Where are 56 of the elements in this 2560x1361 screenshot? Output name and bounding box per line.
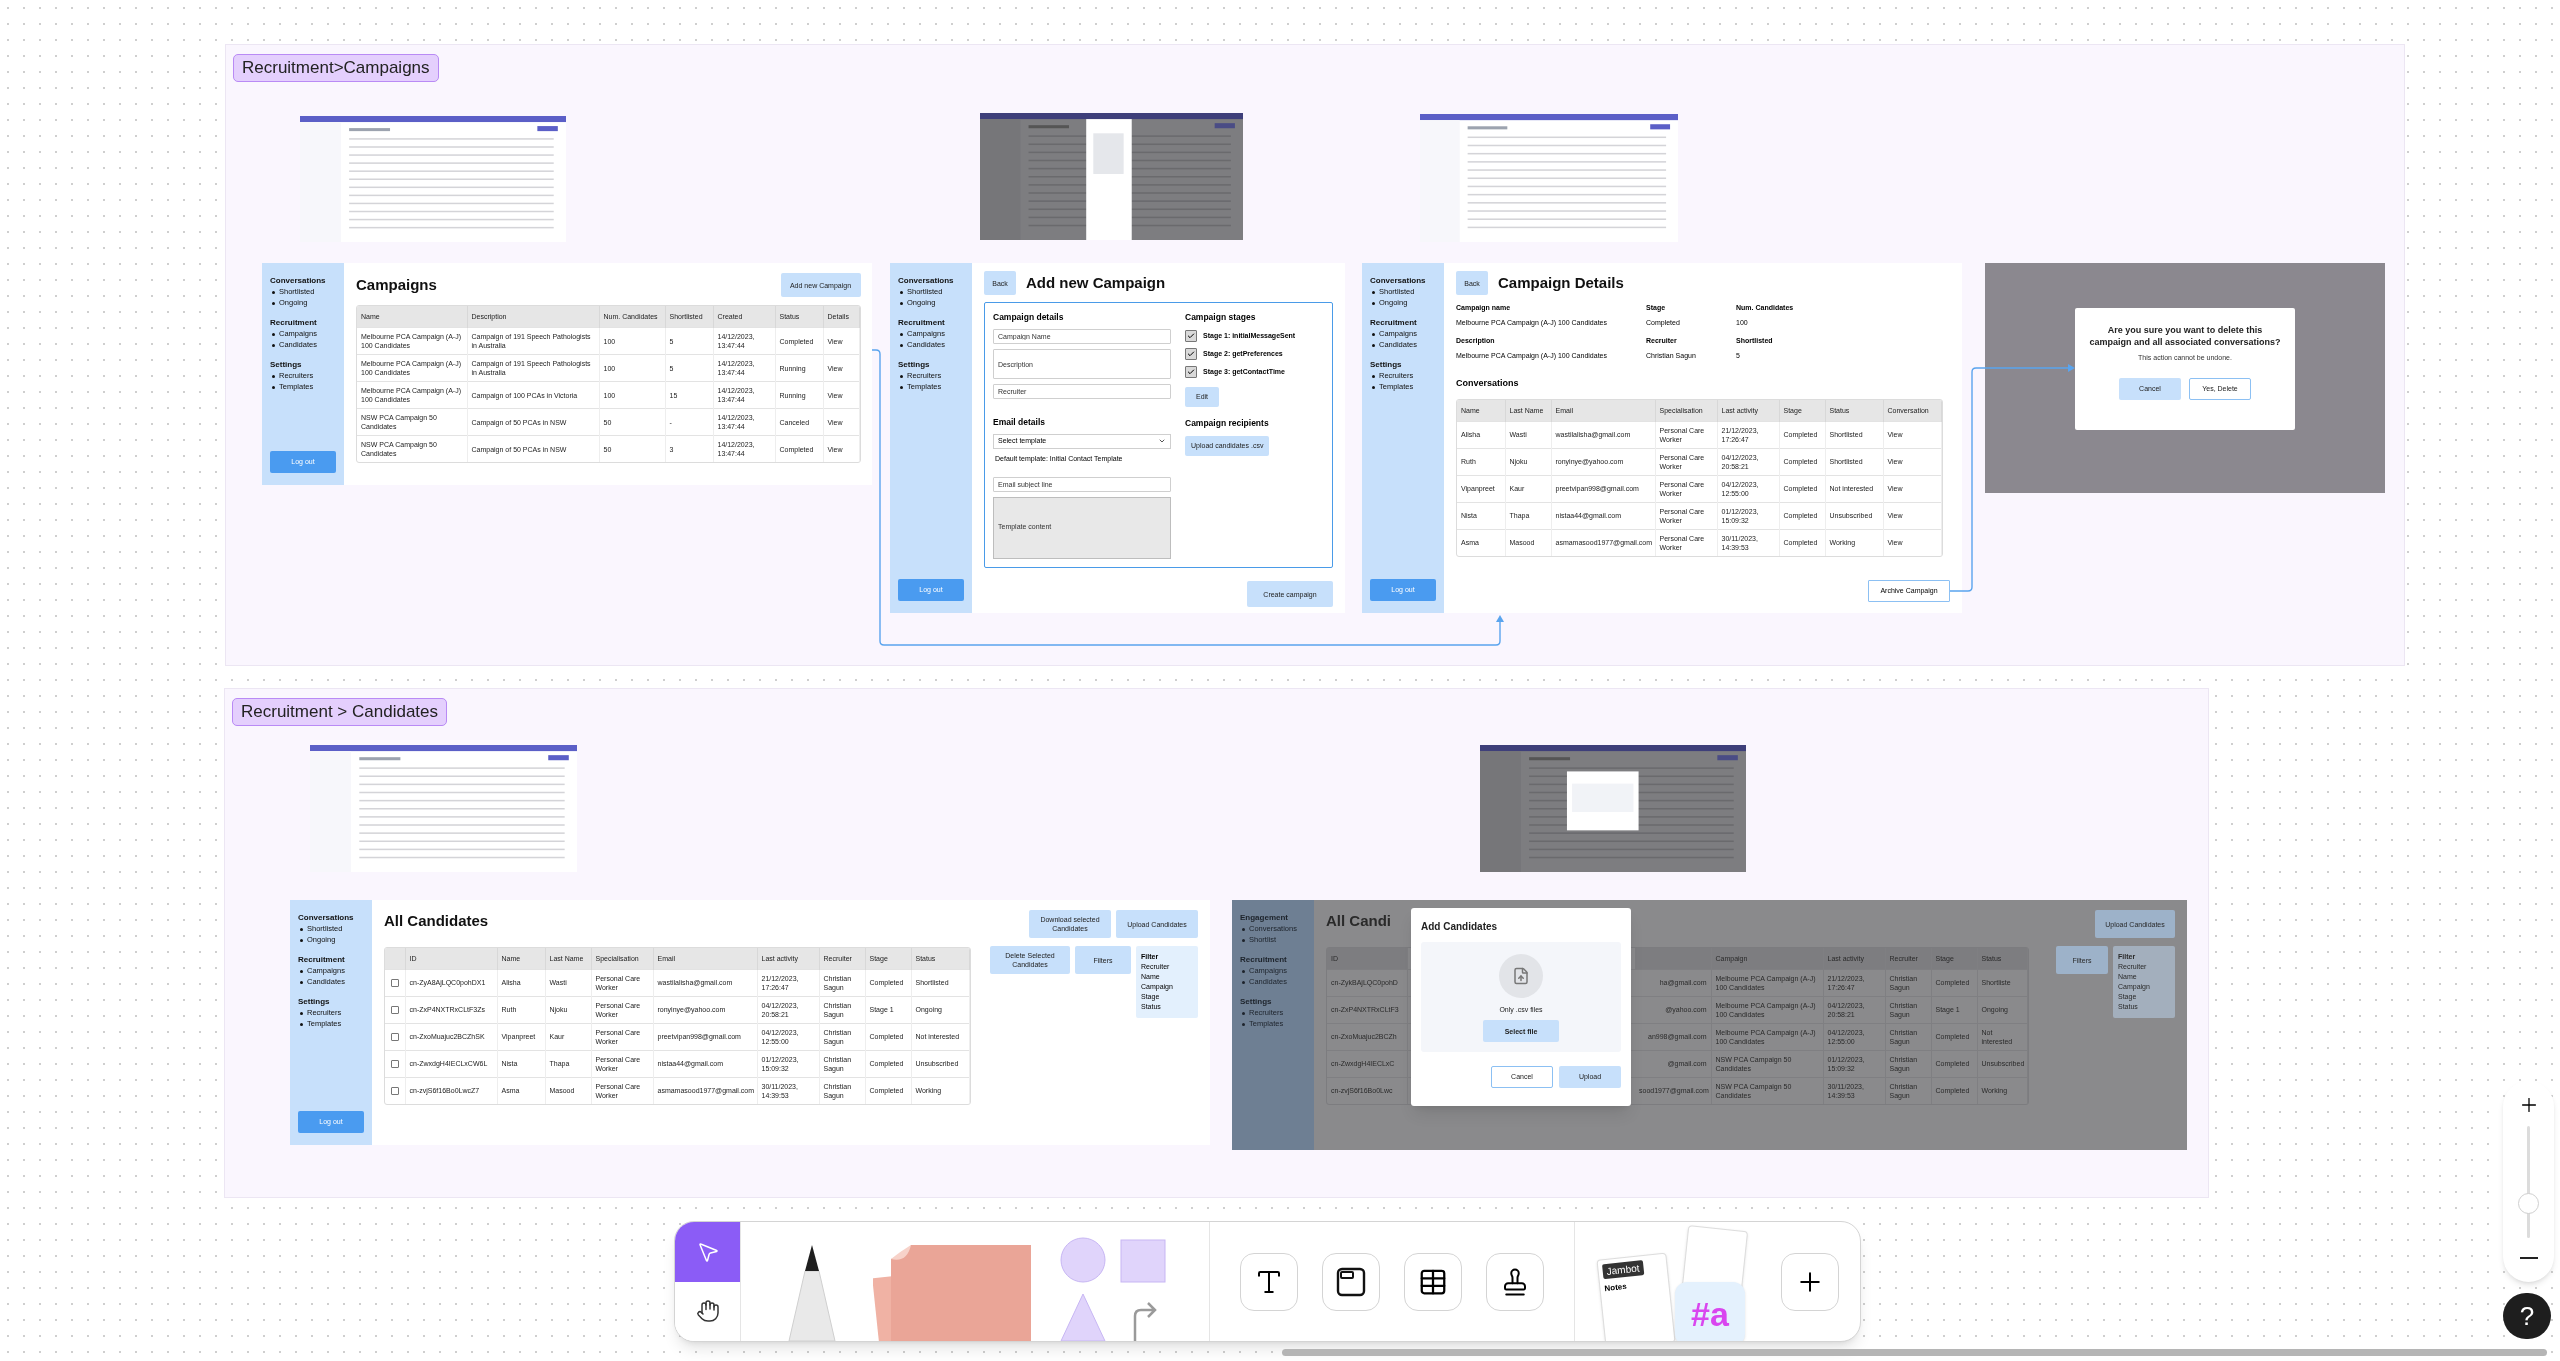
section-heading: Campaign details [993, 311, 1065, 324]
nav-heading: Recruitment [898, 317, 946, 328]
nav-heading: Conversations [298, 912, 355, 923]
nav-heading: Settings [1240, 996, 1273, 1007]
nav-heading: Conversations [1370, 275, 1427, 286]
checkbox[interactable] [390, 1005, 399, 1014]
checkbox[interactable] [390, 1032, 399, 1041]
page-title: Campaigns [356, 274, 437, 295]
hand-tool-button[interactable] [675, 1281, 740, 1341]
minus-icon [2519, 1257, 2538, 1259]
nav-heading: Settings [270, 359, 303, 370]
checkbox[interactable] [1185, 365, 1197, 378]
checkbox[interactable] [1185, 347, 1197, 360]
page-title: Add new Campaign [1026, 272, 1166, 293]
text-tool-button[interactable] [1240, 1252, 1298, 1311]
checkbox[interactable] [390, 1059, 399, 1068]
notes-label: Notes [1603, 1280, 1628, 1296]
help-button[interactable]: ? [2503, 1293, 2551, 1339]
hashtag-label: #a [1691, 1293, 1729, 1335]
add-button[interactable] [1781, 1252, 1839, 1311]
nav-heading: Recruitment [298, 954, 346, 965]
checkbox[interactable] [1185, 329, 1197, 342]
nav-heading: Conversations [270, 275, 327, 286]
nav-heading: Recruitment [1370, 317, 1418, 328]
section-heading: Campaign recipients [1185, 416, 1269, 430]
checkbox[interactable] [390, 1086, 399, 1095]
chevron-down-icon [1158, 437, 1166, 445]
section-title: Recruitment > Candidates [232, 698, 448, 726]
nav-heading: Settings [898, 359, 931, 370]
modal-title: Add Candidates [1420, 919, 1499, 934]
section-heading: Conversations [1456, 377, 1520, 390]
nav-heading: Recruitment [270, 317, 318, 328]
section-tool-button[interactable] [1322, 1252, 1380, 1311]
nav-heading: Settings [1370, 359, 1403, 370]
scrollbar[interactable] [1282, 1349, 2547, 1356]
page-title: Campaign Details [1498, 272, 1624, 293]
nav-heading: Conversations [898, 275, 955, 286]
select-tool-button[interactable] [675, 1222, 740, 1282]
page-title: All Candi [1326, 911, 1391, 931]
dialog-question: Are you sure you want to delete this campaign and all associated conversations? [2088, 324, 2282, 348]
section-icon [1335, 1265, 1367, 1298]
nav-heading: Engagement [1240, 912, 1289, 923]
section-heading: Campaign stages [1185, 311, 1256, 324]
nav-heading: Recruitment [1240, 954, 1288, 965]
nav-heading: Settings [298, 996, 331, 1007]
page-title: All Candidates [384, 911, 490, 931]
section-title: Recruitment>Campaigns [233, 54, 439, 82]
file-upload-icon [1512, 966, 1530, 985]
stamp-tool-button[interactable] [1486, 1252, 1544, 1311]
checkbox[interactable] [390, 978, 399, 987]
hand-icon [695, 1299, 720, 1324]
table-tool-button[interactable] [1404, 1252, 1462, 1311]
jambot-label: Jambot [1602, 1260, 1645, 1280]
zoom-slider[interactable] [2518, 1125, 2539, 1238]
zoom-slider-thumb[interactable] [2518, 1192, 2539, 1214]
section-heading: Email details [993, 415, 1046, 429]
